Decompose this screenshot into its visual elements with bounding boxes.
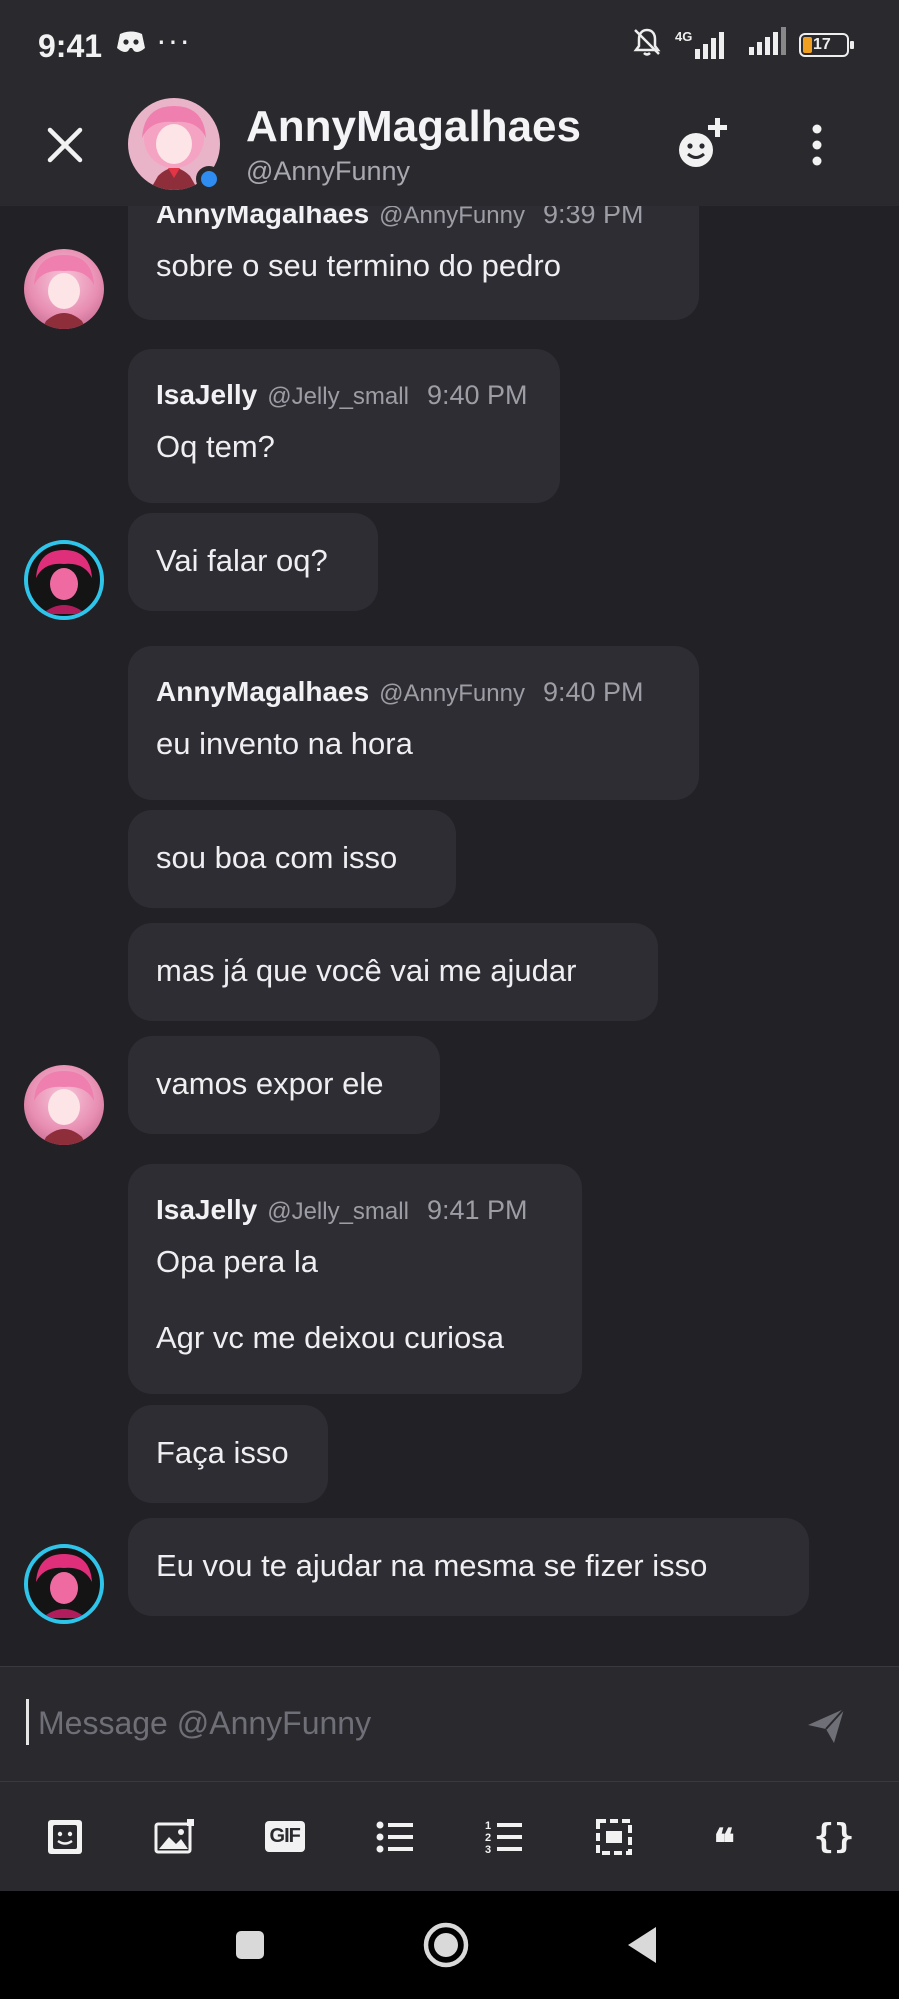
svg-text:2: 2 (485, 1832, 491, 1844)
message-input[interactable] (36, 1695, 740, 1751)
message-text: Faça isso (156, 1435, 289, 1470)
message-author[interactable]: IsaJelly (156, 379, 257, 411)
code-label: {} (813, 1816, 855, 1857)
signal-bars-icon (747, 27, 787, 62)
message-username: @AnnyFunny (379, 206, 525, 229)
message-author[interactable]: IsaJelly (156, 1194, 257, 1226)
message-text: eu invento na hora (156, 726, 413, 761)
message-text: Opa pera la (156, 1244, 318, 1279)
dm-recipient-handle: @AnnyFunny (246, 156, 410, 186)
gif-icon[interactable]: GIF (257, 1809, 313, 1865)
back-icon[interactable] (620, 1921, 668, 1969)
message-text: Eu vou te ajudar na mesma se fizer isso (156, 1548, 708, 1583)
quote-label: ❝ (713, 1821, 735, 1866)
bulleted-list-icon[interactable] (367, 1809, 423, 1865)
message-bubble[interactable]: sou boa com isso (128, 810, 456, 908)
sticker-icon[interactable] (37, 1809, 93, 1865)
message-text: sou boa com isso (156, 840, 398, 875)
message-text: sobre o seu termino do pedro (156, 248, 561, 283)
svg-text:1: 1 (485, 1820, 491, 1832)
message-bubble[interactable]: IsaJelly @Jelly_small 9:40 PM Oq tem? (128, 349, 560, 503)
signal-4g-icon: 4G (675, 29, 735, 61)
message-username: @Jelly_small (267, 383, 409, 410)
message-username: @AnnyFunny (379, 680, 525, 707)
add-friend-icon[interactable] (672, 112, 736, 176)
discord-notification-icon (116, 30, 146, 59)
message-timestamp: 9:40 PM (426, 380, 528, 410)
recent-apps-icon[interactable] (226, 1921, 274, 1969)
message-bubble[interactable]: AnnyMagalhaes @AnnyFunny 9:40 PM eu inve… (128, 646, 699, 800)
numbered-list-icon[interactable]: 123 (476, 1809, 532, 1865)
message-bubble[interactable]: mas já que você vai me ajudar (128, 923, 658, 1021)
code-block-icon[interactable]: {} (806, 1809, 862, 1865)
message-timestamp: 9:41 PM (426, 1195, 528, 1225)
send-icon[interactable] (804, 1703, 848, 1747)
status-time: 9:41 (38, 28, 103, 64)
quote-icon[interactable]: ❝ (696, 1809, 752, 1865)
message-bubble[interactable]: Eu vou te ajudar na mesma se fizer isso (128, 1518, 809, 1616)
message-bubble[interactable]: IsaJelly @Jelly_small 9:41 PM Opa pera l… (128, 1164, 582, 1394)
text-cursor (26, 1699, 29, 1745)
battery-icon: 17 (799, 32, 854, 57)
battery-level: 17 (813, 35, 831, 53)
avatar[interactable] (24, 249, 104, 329)
message-bubble[interactable]: Vai falar oq? (128, 513, 378, 611)
avatar[interactable] (24, 1065, 104, 1145)
dm-header: AnnyMagalhaes @AnnyFunny (0, 90, 899, 206)
message-bubble[interactable]: AnnyMagalhaes @AnnyFunny 9:39 PM sobre o… (128, 206, 699, 320)
system-navigation-bar (0, 1891, 899, 1999)
message-timestamp: 9:39 PM (542, 206, 644, 229)
spoiler-icon[interactable] (586, 1809, 642, 1865)
avatar[interactable] (24, 540, 104, 620)
message-text: vamos expor ele (156, 1066, 384, 1101)
online-status-indicator (196, 166, 222, 192)
message-text: Agr vc me deixou curiosa (156, 1320, 505, 1355)
image-icon[interactable] (147, 1809, 203, 1865)
avatar[interactable] (24, 1544, 104, 1624)
message-bubble[interactable]: vamos expor ele (128, 1036, 440, 1134)
formatting-toolbar: GIF 123 ❝ {} (0, 1781, 899, 1891)
message-username: @Jelly_small (267, 1198, 409, 1225)
status-more-icon: ··· (156, 22, 191, 58)
message-bubble[interactable]: Faça isso (128, 1405, 328, 1503)
message-composer (0, 1666, 899, 1781)
message-list[interactable]: AnnyMagalhaes @AnnyFunny 9:39 PM sobre o… (0, 206, 899, 1666)
message-text: Oq tem? (156, 429, 275, 464)
message-author[interactable]: AnnyMagalhaes (156, 206, 369, 230)
message-timestamp: 9:40 PM (542, 677, 644, 707)
message-text: Vai falar oq? (156, 543, 328, 578)
message-author[interactable]: AnnyMagalhaes (156, 676, 369, 708)
message-text: mas já que você vai me ajudar (156, 953, 577, 988)
more-options-icon[interactable] (800, 120, 834, 170)
mute-bell-icon (631, 26, 663, 63)
status-indicators: 4G 17 (631, 26, 854, 63)
close-icon[interactable] (40, 120, 90, 170)
svg-text:3: 3 (485, 1844, 491, 1856)
dm-recipient-name[interactable]: AnnyMagalhaes (246, 102, 581, 152)
status-bar: 9:41 ··· 4G 17 (0, 0, 899, 90)
gif-label: GIF (264, 1821, 305, 1852)
home-icon[interactable] (422, 1921, 470, 1969)
